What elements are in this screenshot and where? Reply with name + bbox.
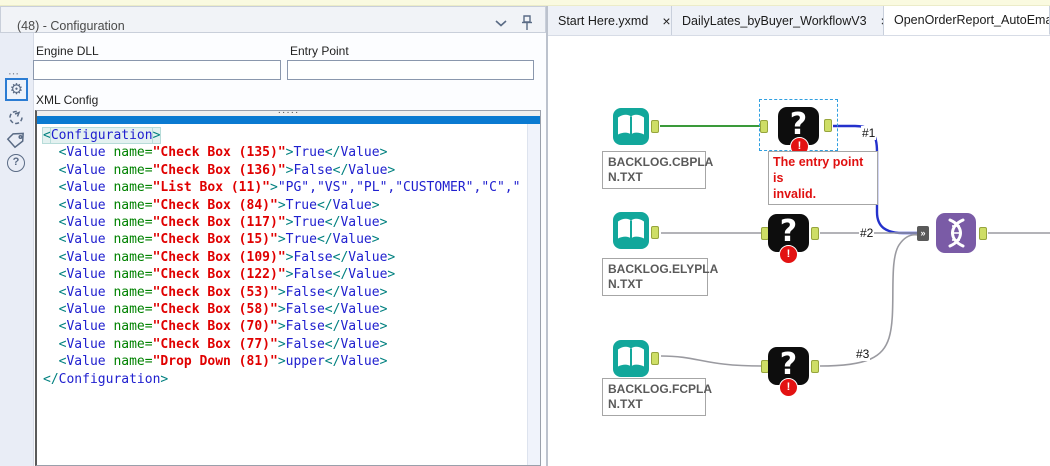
open-book-icon <box>618 218 644 239</box>
output-anchor[interactable] <box>651 120 659 133</box>
document-tab-bar: Start Here.yxmd × DailyLates_byBuyer_Wor… <box>548 6 1050 36</box>
close-icon[interactable]: × <box>662 14 670 28</box>
help-icon[interactable]: ? <box>7 154 25 172</box>
configuration-panel-title: (48) - Configuration <box>17 19 125 33</box>
chevron-down-icon[interactable] <box>495 20 507 27</box>
output-anchor[interactable] <box>979 227 987 240</box>
open-book-icon <box>618 114 644 135</box>
input-data-tool-2[interactable] <box>613 212 649 249</box>
output-anchor[interactable] <box>811 227 819 240</box>
tool-annotation[interactable]: BACKLOG.ELYPLA N.TXT <box>602 258 718 296</box>
input-data-tool-1[interactable] <box>613 108 649 145</box>
pin-icon[interactable] <box>520 15 534 31</box>
tool-annotation[interactable]: BACKLOG.FCPLA N.TXT <box>602 378 712 416</box>
wire-label-3: #3 <box>855 347 871 361</box>
entry-point-label: Entry Point <box>290 44 349 58</box>
multi-input-anchor[interactable]: » <box>917 226 929 241</box>
helix-icon <box>948 218 965 248</box>
tool-annotation[interactable]: BACKLOG.CBPLA N.TXT <box>602 151 713 189</box>
xml-scrollbar[interactable] <box>527 124 540 465</box>
engine-dll-field[interactable] <box>33 60 281 80</box>
xml-config-label: XML Config <box>36 93 99 107</box>
tab-dailylates-workflow[interactable]: DailyLates_byBuyer_WorkflowV3 × <box>672 6 884 35</box>
output-anchor[interactable] <box>811 360 819 373</box>
output-anchor[interactable] <box>651 352 659 365</box>
configuration-sidebar: ⋯ ⚙ ? <box>0 33 34 466</box>
open-book-icon <box>618 346 644 367</box>
tag-icon[interactable] <box>6 131 27 150</box>
tab-start-here[interactable]: Start Here.yxmd × <box>548 6 672 35</box>
error-badge-icon: ! <box>779 245 798 264</box>
configuration-panel-titlebar: (48) - Configuration <box>0 6 546 33</box>
error-tooltip: The entry point is invalid. <box>768 151 878 205</box>
input-data-tool-3[interactable] <box>613 340 649 377</box>
entry-point-field[interactable] <box>287 60 534 80</box>
wire-label-1: #1 <box>861 126 877 140</box>
xml-config-editor[interactable]: ····· <Configuration> <Value name="Check… <box>35 110 541 466</box>
wire-label-2: #2 <box>859 226 875 240</box>
output-anchor[interactable] <box>824 119 832 132</box>
union-tool[interactable] <box>936 213 976 253</box>
gear-icon[interactable]: ⚙ <box>5 78 28 101</box>
error-badge-icon: ! <box>779 378 798 397</box>
input-anchor[interactable] <box>760 120 768 133</box>
xml-code[interactable]: <Configuration> <Value name="Check Box (… <box>37 124 526 465</box>
output-anchor[interactable] <box>651 226 659 239</box>
engine-dll-label: Engine DLL <box>36 44 99 58</box>
tab-openorderreport-active[interactable]: OpenOrderReport_AutoEmail. <box>884 6 1050 35</box>
splitter-bar[interactable] <box>37 116 540 124</box>
run-refresh-icon[interactable] <box>7 108 26 127</box>
